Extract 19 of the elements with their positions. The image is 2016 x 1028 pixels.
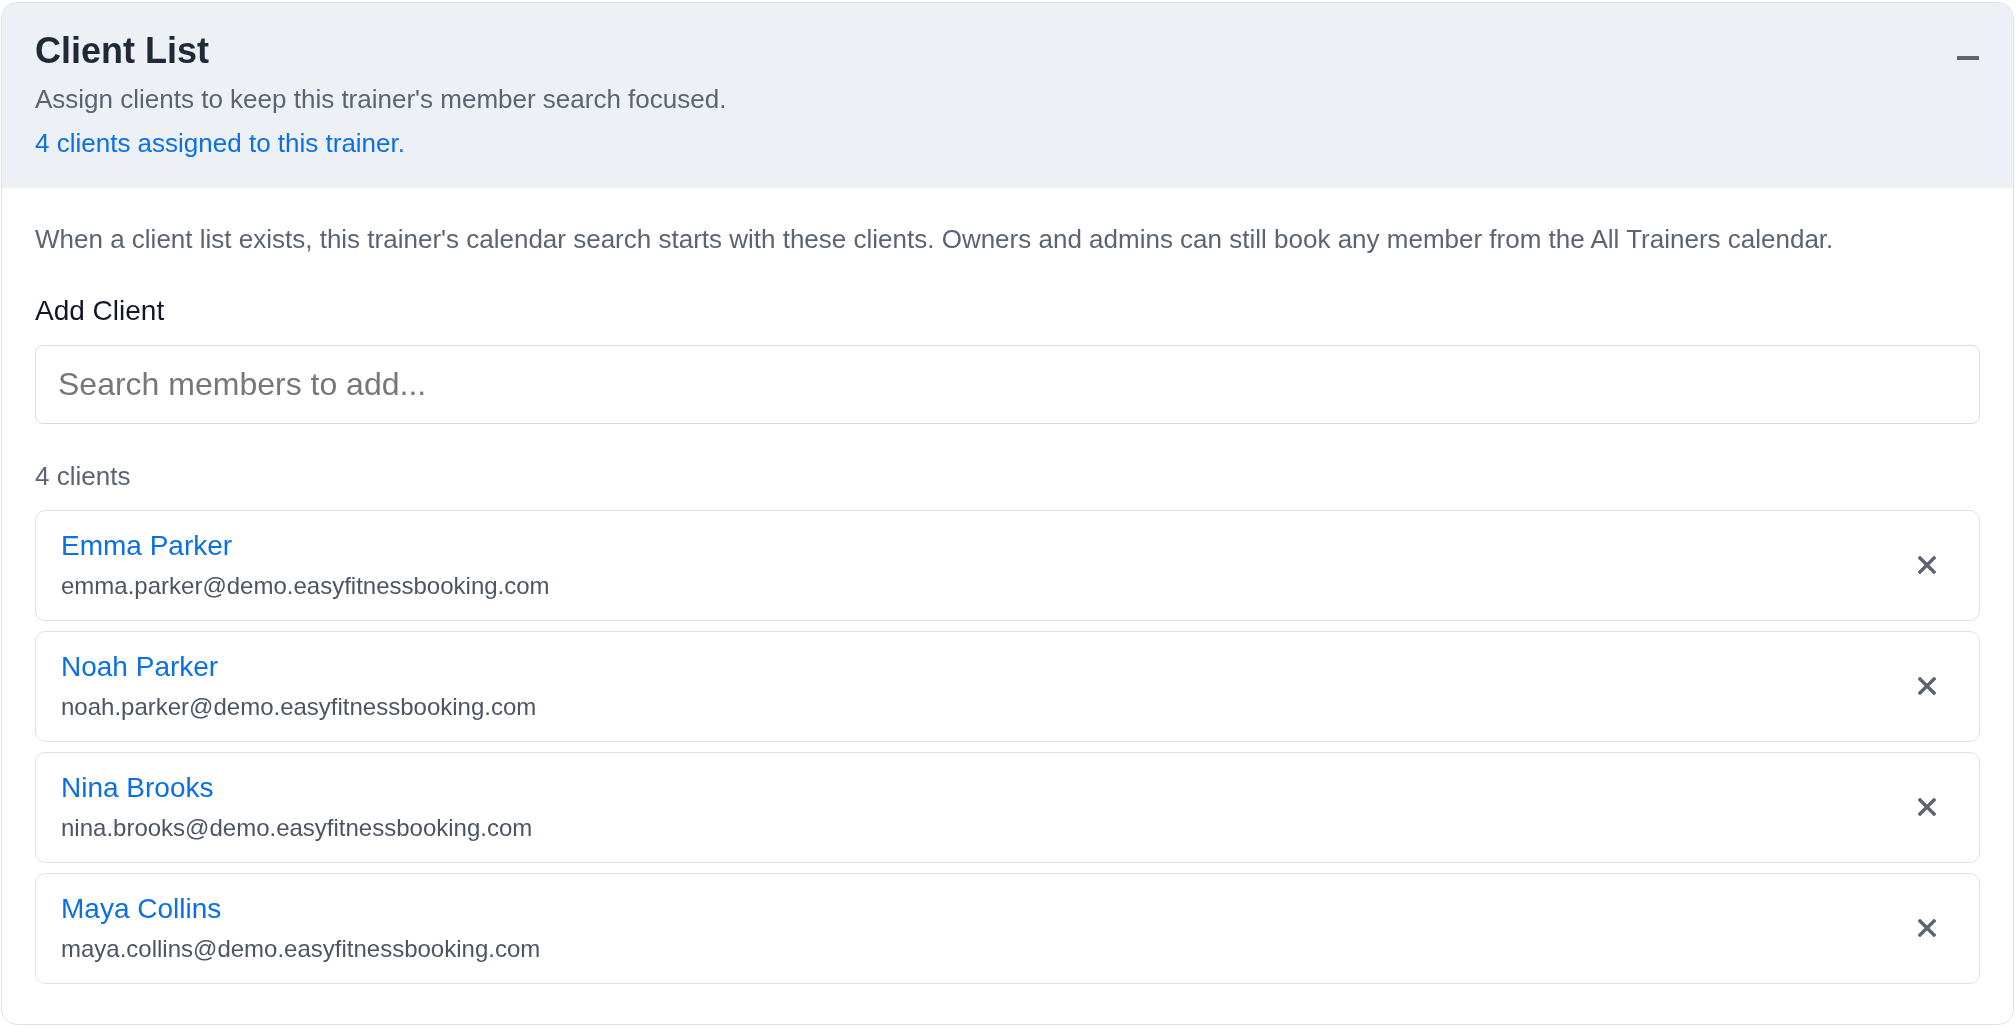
close-icon bbox=[1918, 555, 1936, 574]
client-email: nina.brooks@demo.easyfitnessbooking.com bbox=[61, 813, 533, 843]
panel-title: Client List bbox=[35, 29, 209, 73]
assigned-count-text: 4 clients assigned to this trainer. bbox=[35, 127, 406, 160]
client-email: emma.parker@demo.easyfitnessbooking.com bbox=[61, 571, 550, 601]
client-email: maya.collins@demo.easyfitnessbooking.com bbox=[61, 934, 541, 964]
close-icon bbox=[1918, 797, 1936, 816]
close-icon bbox=[1918, 676, 1936, 695]
client-name-link[interactable]: Nina Brooks bbox=[61, 770, 214, 806]
field-label: Add Client bbox=[35, 294, 166, 328]
client-name-link[interactable]: Noah Parker bbox=[61, 649, 219, 685]
search-field[interactable]: Search members to add... bbox=[35, 345, 1980, 424]
client-email: noah.parker@demo.easyfitnessbooking.com bbox=[61, 692, 537, 722]
client-name-link[interactable]: Maya Collins bbox=[61, 891, 222, 927]
client-name-link[interactable]: Emma Parker bbox=[61, 528, 233, 564]
panel-subtitle: Assign clients to keep this trainer's member search focused. bbox=[35, 83, 728, 116]
close-icon bbox=[1918, 918, 1936, 937]
description-text: When a client list exists, this trainer's calendar search starts with these clients. Owners and admins can still book any member from the All Trainers calendar. bbox=[35, 223, 1835, 256]
client-count: 4 clients bbox=[35, 460, 132, 493]
